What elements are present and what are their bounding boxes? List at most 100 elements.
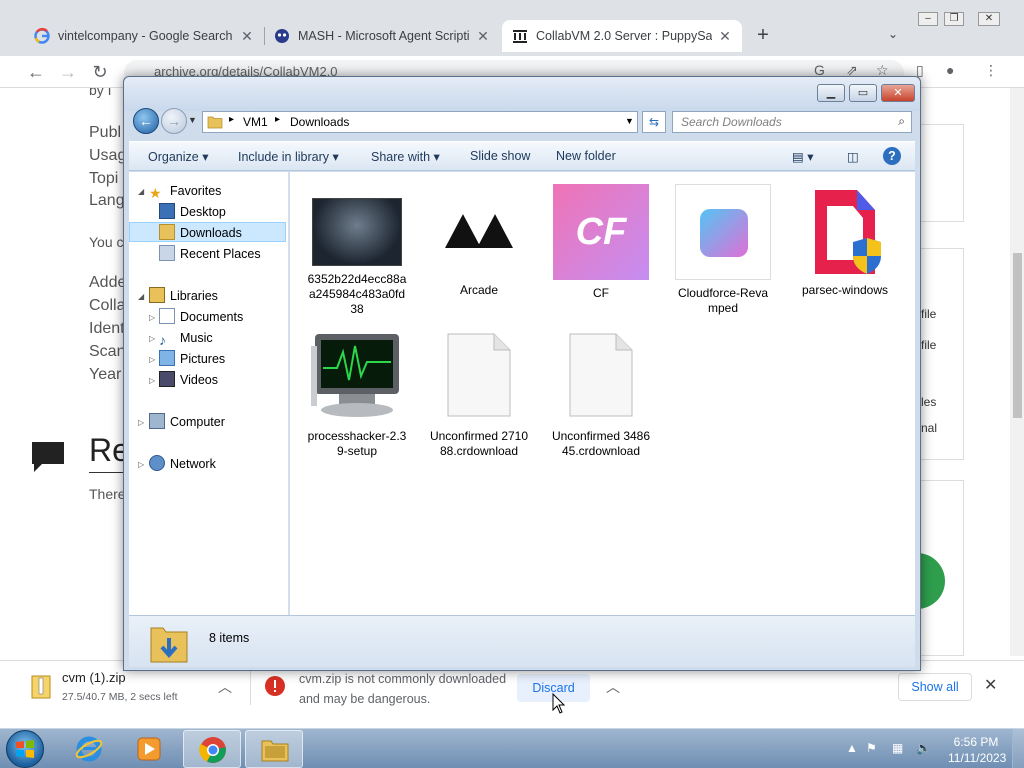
- file-item[interactable]: processhacker-2.39-setup: [307, 332, 407, 459]
- explorer-address-bar[interactable]: ▸ VM1 ▸ Downloads ▼: [202, 111, 638, 133]
- explorer-window: ▁ ▭ ✕ ← → ▼ ▸ VM1 ▸ Downloads ▼ ⇆ Search…: [123, 76, 921, 671]
- file-item[interactable]: parsec-windows: [795, 184, 895, 298]
- music-icon: ♪: [159, 332, 166, 348]
- include-label: Include in library: [238, 150, 330, 164]
- nav-documents[interactable]: Documents: [159, 307, 243, 327]
- close-icon[interactable]: ✕: [978, 12, 1000, 26]
- nav-network[interactable]: Network: [149, 454, 216, 474]
- download-link[interactable]: file: [921, 307, 936, 321]
- share-with-menu[interactable]: Share with ▾: [371, 149, 440, 164]
- profile-avatar[interactable]: ●: [946, 62, 954, 78]
- tab-mash[interactable]: MASH - Microsoft Agent Scripting ✕: [264, 20, 500, 52]
- restore-icon[interactable]: ❐: [944, 12, 964, 26]
- nav-recent-places[interactable]: Recent Places: [159, 244, 261, 264]
- organize-menu[interactable]: Organize ▾: [148, 149, 208, 164]
- nav-videos[interactable]: Videos: [159, 370, 218, 390]
- search-icon[interactable]: ⌕: [898, 114, 905, 129]
- clock-date: 11/11/2023: [948, 751, 1007, 765]
- expand-arrow-icon[interactable]: ▷: [149, 376, 155, 385]
- volume-icon[interactable]: 🔈: [916, 741, 931, 755]
- downloads-folder-icon: [159, 224, 175, 240]
- computer-icon: [149, 413, 165, 429]
- breadcrumb-downloads[interactable]: Downloads: [290, 115, 349, 129]
- system-clock[interactable]: 6:56 PM 11/11/2023: [948, 734, 1007, 766]
- close-icon[interactable]: ✕: [881, 84, 915, 102]
- show-all-button[interactable]: Show all: [898, 673, 972, 701]
- expand-arrow-icon[interactable]: ▷: [138, 418, 144, 427]
- refresh-icon[interactable]: ⇆: [642, 111, 666, 133]
- tab-collabvm[interactable]: CollabVM 2.0 Server : PuppySans ✕: [502, 20, 742, 52]
- taskbar-media-player[interactable]: [120, 730, 178, 768]
- address-dropdown-icon[interactable]: ▼: [625, 116, 634, 126]
- new-folder-button[interactable]: New folder: [556, 149, 616, 163]
- action-center-icon[interactable]: ⚑: [866, 741, 877, 755]
- file-item[interactable]: Unconfirmed 271088.crdownload: [429, 332, 529, 459]
- download-link[interactable]: nal: [921, 421, 937, 435]
- breadcrumb-vm1[interactable]: VM1: [243, 115, 268, 129]
- explorer-titlebar[interactable]: [124, 77, 920, 111]
- maximize-icon[interactable]: ▭: [849, 84, 877, 102]
- tab-google-search[interactable]: vintelcompany - Google Search ✕: [24, 20, 264, 52]
- network-icon[interactable]: ▦: [892, 741, 903, 755]
- nav-pictures[interactable]: Pictures: [159, 349, 225, 369]
- expand-arrow-icon[interactable]: ▷: [149, 355, 155, 364]
- expand-arrow-icon[interactable]: ▷: [149, 334, 155, 343]
- show-hidden-icons[interactable]: ▲: [846, 741, 858, 755]
- nav-computer[interactable]: Computer: [149, 412, 225, 432]
- nav-favorites[interactable]: ★ Favorites: [149, 181, 221, 201]
- expand-arrow-icon[interactable]: ◢: [138, 187, 144, 196]
- nav-downloads[interactable]: Downloads: [129, 222, 286, 242]
- menu-icon[interactable]: ⋮: [984, 62, 998, 79]
- download-item-name[interactable]: cvm (1).zip: [62, 670, 126, 685]
- close-tab-icon[interactable]: ✕: [474, 27, 492, 45]
- expand-arrow-icon[interactable]: ▷: [138, 460, 144, 469]
- nav-libraries[interactable]: Libraries: [149, 286, 218, 306]
- recent-places-icon: [159, 245, 175, 261]
- help-icon[interactable]: ?: [883, 147, 901, 165]
- parsec-logo-icon: [815, 190, 881, 274]
- downloads-folder-icon: [150, 627, 188, 663]
- new-tab-button[interactable]: +: [752, 24, 774, 46]
- expand-arrow-icon[interactable]: ◢: [138, 292, 144, 301]
- file-item[interactable]: CF CF: [551, 184, 651, 301]
- pictures-icon: [159, 350, 175, 366]
- chevron-up-icon[interactable]: ︿: [606, 677, 620, 697]
- show-desktop-button[interactable]: [1012, 729, 1024, 768]
- taskbar-internet-explorer[interactable]: [60, 730, 118, 768]
- forward-icon[interactable]: →: [56, 60, 80, 84]
- expand-arrow-icon[interactable]: ▷: [149, 313, 155, 322]
- taskbar-explorer[interactable]: [245, 730, 303, 768]
- minimize-icon[interactable]: ▁: [817, 84, 845, 102]
- close-icon[interactable]: ✕: [984, 675, 997, 695]
- scrollbar-thumb[interactable]: [1013, 253, 1022, 418]
- tab-search-icon[interactable]: ⌄: [884, 27, 902, 45]
- download-link[interactable]: les: [921, 395, 936, 409]
- recent-pages-icon[interactable]: ▼: [188, 115, 197, 125]
- chevron-up-icon[interactable]: ︿: [218, 677, 232, 697]
- documents-icon: [159, 308, 175, 324]
- download-link[interactable]: file: [921, 338, 936, 352]
- include-in-library-menu[interactable]: Include in library ▾: [238, 149, 339, 164]
- change-view-icon[interactable]: ▤ ▾: [792, 149, 814, 164]
- page-scrollbar[interactable]: [1010, 88, 1024, 656]
- file-item[interactable]: Cloudforce-Revamped: [673, 184, 773, 316]
- back-icon[interactable]: ←: [24, 60, 48, 84]
- nav-music[interactable]: ♪ Music: [159, 328, 213, 348]
- back-icon[interactable]: ←: [133, 108, 159, 134]
- slide-show-button[interactable]: Slide show: [470, 149, 530, 163]
- preview-pane-icon[interactable]: ◫: [847, 149, 859, 164]
- reload-icon[interactable]: ↻: [88, 60, 112, 84]
- file-item[interactable]: Unconfirmed 348645.crdownload: [551, 332, 651, 459]
- file-item[interactable]: 6352b22d4ecc88aa245984c483a0fd38: [307, 184, 407, 317]
- nav-desktop[interactable]: Desktop: [159, 202, 226, 222]
- start-button[interactable]: [6, 730, 44, 768]
- close-tab-icon[interactable]: ✕: [716, 27, 734, 45]
- minimize-icon[interactable]: –: [918, 12, 938, 26]
- forward-icon[interactable]: →: [161, 108, 187, 134]
- page-text: Colla: [89, 297, 126, 314]
- search-input[interactable]: Search Downloads ⌕: [672, 111, 912, 133]
- close-tab-icon[interactable]: ✕: [238, 27, 256, 45]
- file-item[interactable]: Arcade: [429, 184, 529, 298]
- taskbar-chrome[interactable]: [183, 730, 241, 768]
- divider: [250, 669, 251, 705]
